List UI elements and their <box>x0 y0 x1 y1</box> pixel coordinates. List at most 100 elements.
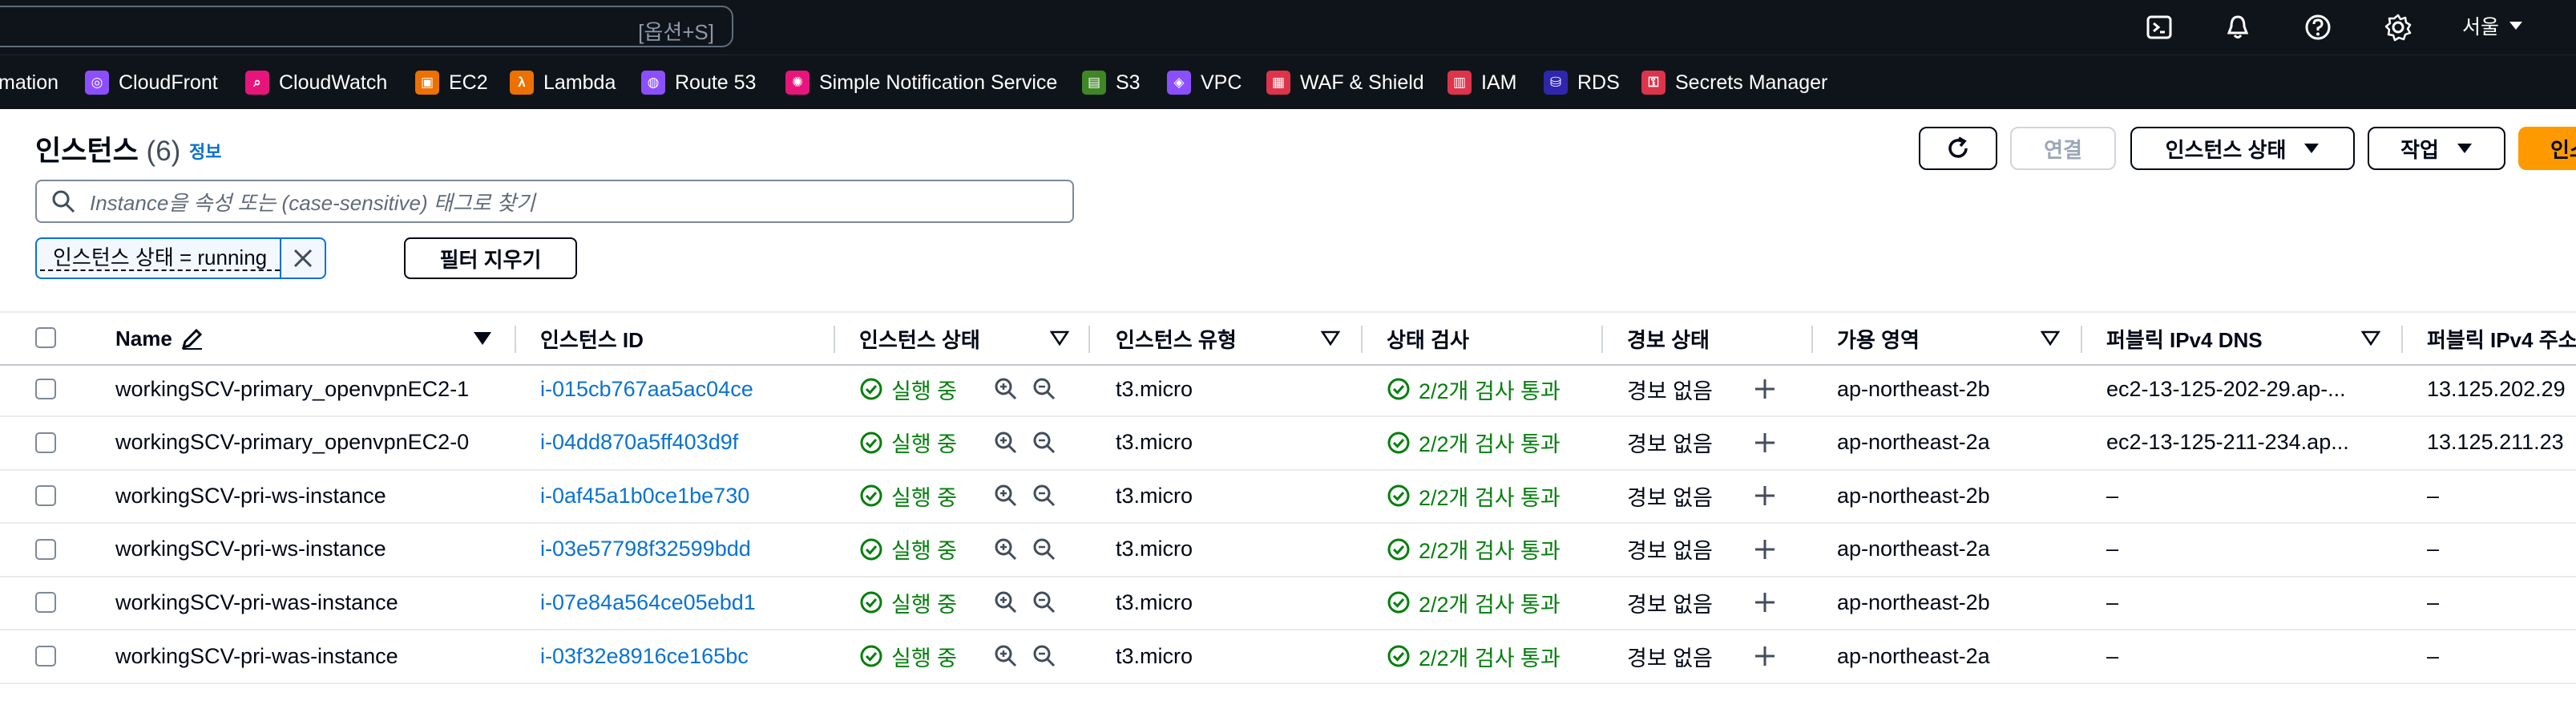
row-select-checkbox[interactable] <box>35 432 56 453</box>
favorite-s3[interactable]: ▤ S3 <box>1082 68 1141 97</box>
status-check[interactable]: 2/2개 검사 통과 <box>1387 416 1561 469</box>
filter-token[interactable]: 인스턴스 상태 = running <box>35 237 327 279</box>
table-row[interactable]: workingSCV-primary_openvpnEC2-1 i-015cb76… <box>0 363 2576 417</box>
column-header-public-ipv4-address[interactable]: 퍼블릭 IPv4 주소 <box>2427 313 2576 364</box>
column-separator[interactable] <box>2081 326 2082 353</box>
bell-icon[interactable] <box>2220 10 2255 45</box>
row-select-checkbox[interactable] <box>35 538 56 560</box>
status-check[interactable]: 2/2개 검사 통과 <box>1387 469 1561 522</box>
column-separator[interactable] <box>1811 326 1813 353</box>
status-check[interactable]: 2/2개 검사 통과 <box>1387 576 1561 629</box>
clear-filters-button[interactable]: 필터 지우기 <box>404 237 577 279</box>
favorite-route53[interactable]: ◍ Route 53 <box>641 68 756 97</box>
launch-instance-button[interactable]: 인스 <box>2518 127 2576 170</box>
zoom-out-icon[interactable] <box>1032 630 1056 683</box>
instance-id-link[interactable]: i-03e57798f32599bdd <box>540 523 751 576</box>
status-check[interactable]: 2/2개 검사 통과 <box>1387 523 1561 576</box>
column-separator[interactable] <box>1361 326 1363 353</box>
add-alarm-button[interactable] <box>1754 363 1776 415</box>
instance-search-input[interactable]: Instance을 속성 또는 (case-sensitive) 태그로 찾기 <box>35 180 1074 223</box>
zoom-in-icon[interactable] <box>994 523 1018 576</box>
filter-token-label[interactable]: 인스턴스 상태 = running <box>40 245 281 271</box>
zoom-out-icon[interactable] <box>1032 576 1056 629</box>
info-link[interactable]: 정보 <box>189 138 221 164</box>
zoom-in-icon[interactable] <box>994 363 1018 415</box>
table-row[interactable]: workingSCV-primary_openvpnEC2-0 i-04dd870… <box>0 416 2576 471</box>
status-check-label: 2/2개 검사 통과 <box>1419 379 1561 403</box>
zoom-out-icon[interactable] <box>1032 469 1056 522</box>
column-separator[interactable] <box>515 326 516 353</box>
table-row[interactable]: workingSCV-pri-was-instance i-03f32e8916c… <box>0 630 2576 684</box>
sort-icon[interactable] <box>1050 330 1069 346</box>
row-select-checkbox[interactable] <box>35 646 56 667</box>
add-alarm-button[interactable] <box>1754 523 1776 576</box>
route53-icon: ◍ <box>641 71 665 95</box>
column-separator[interactable] <box>1088 326 1090 353</box>
column-header-status-check[interactable]: 상태 검사 <box>1387 313 1469 364</box>
table-row[interactable]: workingSCV-pri-ws-instance i-03e57798f325… <box>0 523 2576 577</box>
favorite-iam[interactable]: ▥ IAM <box>1447 68 1516 97</box>
column-header-alarm-status[interactable]: 경보 상태 <box>1627 313 1710 364</box>
instance-id-link[interactable]: i-04dd870a5ff403d9f <box>540 416 738 469</box>
zoom-in-icon[interactable] <box>994 469 1018 522</box>
zoom-out-icon[interactable] <box>1032 363 1056 415</box>
gear-icon[interactable] <box>2380 10 2416 45</box>
status-check[interactable]: 2/2개 검사 통과 <box>1387 630 1561 683</box>
row-select-checkbox[interactable] <box>35 592 56 614</box>
instance-id-link[interactable]: i-015cb767aa5ac04ce <box>540 363 753 415</box>
column-header-public-ipv4-dns[interactable]: 퍼블릭 IPv4 DNS <box>2106 313 2263 364</box>
column-separator[interactable] <box>834 326 835 353</box>
global-search-input[interactable]: [옵션+S] <box>0 6 733 47</box>
row-select-checkbox[interactable] <box>35 485 56 507</box>
favorite-ec2[interactable]: ▣ EC2 <box>415 68 488 97</box>
favorite-label: IAM <box>1481 71 1517 94</box>
column-header-name[interactable]: Name <box>115 313 204 364</box>
favorite-cloudformation[interactable]: mation <box>0 68 59 97</box>
add-alarm-button[interactable] <box>1754 630 1776 683</box>
favorite-waf-shield[interactable]: ▦ WAF & Shield <box>1266 68 1424 97</box>
zoom-in-icon[interactable] <box>994 576 1018 629</box>
add-alarm-button[interactable] <box>1754 576 1776 629</box>
instance-id-link[interactable]: i-0af45a1b0ce1be730 <box>540 469 749 522</box>
help-icon[interactable] <box>2300 10 2336 45</box>
zoom-out-icon[interactable] <box>1032 416 1056 469</box>
favorite-lambda[interactable]: λ Lambda <box>510 68 616 97</box>
sort-icon[interactable] <box>2361 330 2380 346</box>
plus-icon <box>1755 593 1775 613</box>
add-alarm-button[interactable] <box>1754 469 1776 522</box>
row-select-checkbox[interactable] <box>35 379 56 399</box>
status-check[interactable]: 2/2개 검사 통과 <box>1387 363 1561 415</box>
remove-filter-button[interactable] <box>280 239 325 278</box>
favorite-vpc[interactable]: ◈ VPC <box>1167 68 1242 97</box>
favorite-cloudwatch[interactable]: ⌕ CloudWatch <box>245 68 387 97</box>
zoom-in-icon[interactable] <box>994 630 1018 683</box>
instance-id-link[interactable]: i-07e84a564ce05ebd1 <box>540 576 756 629</box>
favorite-rds[interactable]: ⛁ RDS <box>1544 68 1620 97</box>
connect-button[interactable]: 연결 <box>2010 127 2116 170</box>
refresh-button[interactable] <box>1919 127 1997 170</box>
sort-icon[interactable] <box>2041 330 2060 346</box>
cloudshell-icon[interactable] <box>2142 10 2177 45</box>
instance-state-dropdown[interactable]: 인스턴스 상태 <box>2130 127 2355 170</box>
column-header-instance-type[interactable]: 인스턴스 유형 <box>1116 313 1237 364</box>
table-row[interactable]: workingSCV-pri-was-instance i-07e84a564ce… <box>0 576 2576 631</box>
column-separator[interactable] <box>2401 326 2403 353</box>
favorite-secrets-manager[interactable]: ⚿ Secrets Manager <box>1641 68 1827 97</box>
select-all-checkbox[interactable] <box>35 327 56 348</box>
favorite-label: VPC <box>1201 71 1242 94</box>
column-header-availability-zone[interactable]: 가용 영역 <box>1837 313 1920 364</box>
favorite-sns[interactable]: ✺ Simple Notification Service <box>785 68 1057 97</box>
column-separator[interactable] <box>1601 326 1603 353</box>
sort-icon[interactable] <box>1321 330 1340 346</box>
instance-id-link[interactable]: i-03f32e8916ce165bc <box>540 630 749 683</box>
actions-dropdown[interactable]: 작업 <box>2368 127 2505 170</box>
add-alarm-button[interactable] <box>1754 416 1776 469</box>
favorite-cloudfront[interactable]: ◎ CloudFront <box>85 68 218 97</box>
sort-desc-icon[interactable] <box>473 330 492 346</box>
column-header-instance-state[interactable]: 인스턴스 상태 <box>859 313 980 364</box>
table-row[interactable]: workingSCV-pri-ws-instance i-0af45a1b0ce1… <box>0 469 2576 525</box>
zoom-in-icon[interactable] <box>994 416 1018 469</box>
zoom-out-icon[interactable] <box>1032 523 1056 576</box>
column-header-instance-id[interactable]: 인스턴스 ID <box>540 313 644 364</box>
region-selector[interactable]: 서울 <box>2462 11 2523 40</box>
